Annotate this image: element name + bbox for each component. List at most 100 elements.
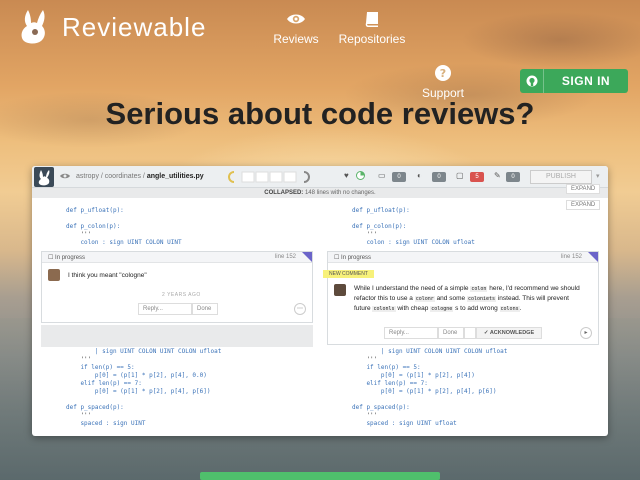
thread-header: ☐ In progress line 152 <box>42 252 312 263</box>
app-logo-icon[interactable] <box>34 167 54 187</box>
brand-name[interactable]: Reviewable <box>62 12 206 43</box>
nav-reviews-label: Reviews <box>273 32 319 46</box>
nav-repositories[interactable]: Repositories <box>337 10 407 46</box>
eye-icon <box>287 14 305 24</box>
revision-slider[interactable] <box>228 170 312 184</box>
page-headline: Serious about code reviews? <box>105 96 535 131</box>
code-fragment: colon <box>470 286 488 292</box>
discussion-badge[interactable]: 5 <box>470 172 484 182</box>
code-line: ''' <box>352 231 378 238</box>
right-code-bottom: | sign UINT COLON UINT COLON ufloat ''' … <box>352 348 507 428</box>
chevron-down-icon[interactable]: ▾ <box>596 172 600 180</box>
thread-corner-marker <box>588 252 598 262</box>
code-line: ''' <box>66 356 92 363</box>
nav-reviews[interactable]: Reviews <box>272 10 320 46</box>
code-line-added: spaced : sign UINT ufloat <box>352 420 457 427</box>
avatar[interactable] <box>334 284 346 296</box>
code-line: ''' <box>66 231 92 238</box>
comment-icon[interactable]: ▭ <box>378 171 386 180</box>
thread-status-label: In progress <box>55 255 86 261</box>
code-line: if len(p) == 5: <box>352 364 421 371</box>
code-fragment: coloniets <box>466 296 497 302</box>
eye-icon[interactable] <box>60 172 70 182</box>
reply-input[interactable]: Reply... <box>138 303 192 315</box>
nav-support[interactable]: ? Support <box>418 64 468 100</box>
pencil-icon[interactable]: ✎ <box>494 171 501 180</box>
code-line: | sign UINT COLON UINT COLON ufloat <box>352 348 508 355</box>
hidden-icon[interactable]: ◐ <box>417 171 422 180</box>
thread-header: ☐ In progress line 152 <box>328 252 598 263</box>
code-line: def p_ufloat(p): <box>66 207 124 214</box>
svg-text:?: ? <box>440 67 446 80</box>
review-app-window: astropy / coordinates / angle_utilities.… <box>32 166 608 436</box>
breadcrumb-path[interactable]: astropy / coordinates / <box>76 173 147 180</box>
code-line: def p_spaced(p): <box>352 404 410 411</box>
thread-corner-marker <box>302 252 312 262</box>
thread-status: ☐ In progress <box>48 255 86 261</box>
acknowledge-button[interactable]: ✓ ACKNOWLEDGE <box>476 327 542 339</box>
question-icon: ? <box>435 65 451 81</box>
signin-label: SIGN IN <box>561 74 611 88</box>
code-line-deleted: colon : sign UINT COLON UINT <box>66 239 182 246</box>
code-line: p[0] = (p[1] * p[2], p[4], p[6]) <box>352 388 497 395</box>
drafts-badge[interactable]: 0 <box>506 172 520 182</box>
collapsed-code-block <box>41 325 313 347</box>
left-code-top: def p_ufloat(p): def p_colon(p): ''' col… <box>66 207 182 247</box>
collapsed-text: 148 lines with no changes. <box>304 190 376 196</box>
expand-button-bottom[interactable]: EXPAND <box>566 200 601 210</box>
thread-line: line 152 <box>274 254 296 260</box>
collapsed-label: COLLAPSED: <box>264 190 304 196</box>
breadcrumb-file[interactable]: angle_utilities.py <box>147 173 204 180</box>
more-options-icon[interactable]: ▸ <box>580 327 592 339</box>
code-fragment: cologne <box>430 306 454 312</box>
code-line: def p_ufloat(p): <box>352 207 410 214</box>
code-line: | sign UINT COLON UINT COLON ufloat <box>66 348 222 355</box>
comment-fragment: and some <box>434 295 467 302</box>
code-line: elif len(p) == 7: <box>352 380 428 387</box>
files-badge[interactable]: 0 <box>392 172 406 182</box>
code-line: elif len(p) == 7: <box>66 380 142 387</box>
discussion-icon[interactable]: ▢ <box>456 171 464 180</box>
reply-input[interactable]: Reply... <box>384 327 438 339</box>
snooze-button[interactable] <box>464 327 476 339</box>
comment-text: I think you meant "cologne" <box>68 272 147 279</box>
code-line: def p_colon(p): <box>352 223 407 230</box>
code-fragment: colonls <box>372 306 396 312</box>
left-code-bottom: | sign UINT COLON UINT COLON ufloat ''' … <box>66 348 221 428</box>
done-button[interactable]: Done <box>438 327 464 339</box>
thread-status: ☐ In progress <box>334 255 372 261</box>
signin-button[interactable]: SIGN IN <box>520 69 628 93</box>
comment-fragment: . <box>519 305 522 312</box>
done-button[interactable]: Done <box>192 303 218 315</box>
code-line: ''' <box>352 356 378 363</box>
publish-button[interactable]: PUBLISH <box>530 170 592 184</box>
thread-line: line 152 <box>560 254 582 260</box>
hidden-badge[interactable]: 0 <box>432 172 446 182</box>
book-icon <box>365 12 378 27</box>
code-line-deleted: spaced : sign UINT <box>66 420 146 427</box>
file-breadcrumb[interactable]: astropy / coordinates / angle_utilities.… <box>76 173 204 180</box>
rabbit-logo-icon[interactable] <box>16 6 50 46</box>
github-icon <box>520 69 544 93</box>
heart-icon[interactable]: ♥ <box>344 171 349 180</box>
code-fragment: colonr <box>414 296 435 302</box>
nav-repositories-label: Repositories <box>338 32 406 46</box>
avatar[interactable] <box>48 269 60 281</box>
thread-status-label: In progress <box>341 255 372 261</box>
code-line: if len(p) == 5: <box>66 364 135 371</box>
collapsed-bar[interactable]: COLLAPSED: 148 lines with no changes. <box>32 188 608 198</box>
code-line: ''' <box>352 412 378 419</box>
review-toolbar: astropy / coordinates / angle_utilities.… <box>32 166 608 188</box>
progress-icon[interactable] <box>356 171 365 182</box>
expand-button-top[interactable]: EXPAND <box>566 184 601 194</box>
comment-text: While I understand the need of a simple … <box>354 284 584 314</box>
right-code-top: def p_ufloat(p): def p_colon(p): ''' col… <box>352 207 475 247</box>
acknowledge-label: ACKNOWLEDGE <box>489 330 535 336</box>
new-comment-badge: NEW COMMENT <box>323 270 374 278</box>
code-line: p[0] = (p[1] * p[2], p[4], p[6]) <box>66 388 211 395</box>
comment-age: 2 YEARS AGO <box>162 292 201 298</box>
bottom-cta-bar[interactable] <box>200 472 440 480</box>
code-line-deleted: p[0] = (p[1] * p[2], p[4], 0.0) <box>66 372 207 379</box>
more-options-icon[interactable]: ⋯ <box>294 303 306 315</box>
comment-fragment: s to add wrong <box>453 305 500 312</box>
